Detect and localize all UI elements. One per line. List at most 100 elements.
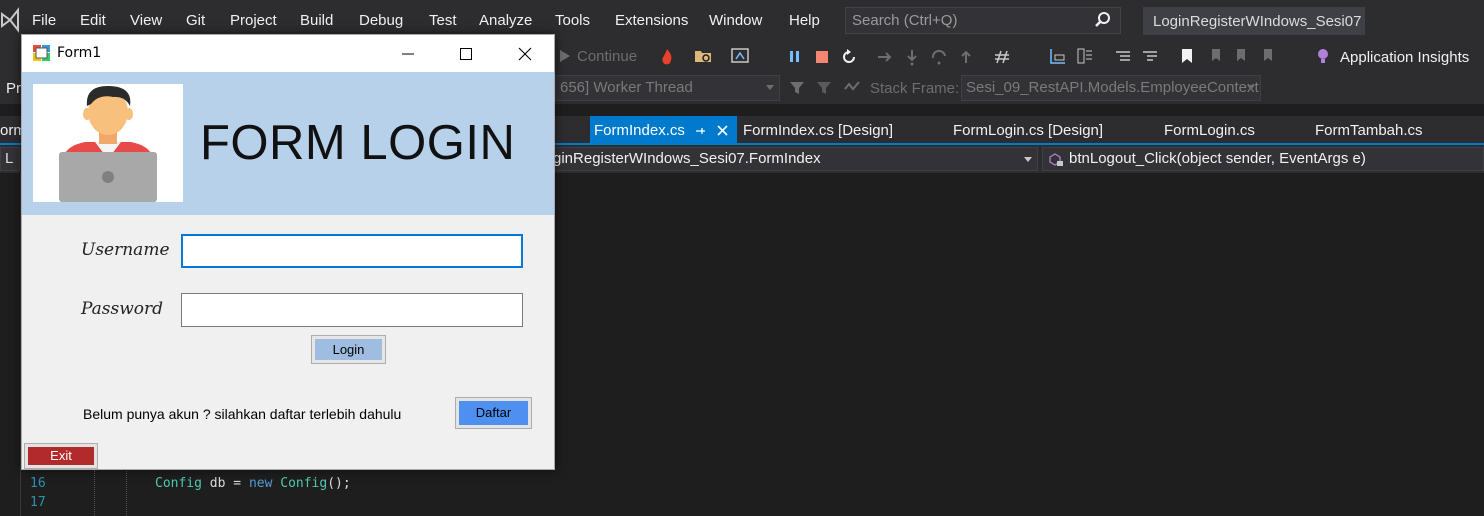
form-login-heading: FORM LOGIN [200,116,516,170]
code-tail-token: (); [327,476,351,491]
maximize-button[interactable] [437,35,495,72]
menu-project[interactable]: Project [230,12,277,29]
filter-icon[interactable] [788,79,806,97]
next-bookmark-icon[interactable] [1233,47,1251,65]
user-laptop-avatar-icon [59,86,157,202]
login-button-label: Login [315,339,382,360]
hex-display-icon[interactable] [993,48,1011,66]
pin-icon[interactable] [694,125,706,137]
tab-formlogin-cs[interactable]: FormLogin.cs [1160,116,1259,145]
step-into-icon[interactable] [903,48,921,66]
tab-label: FormIndex.cs [594,122,685,139]
application-insights-label[interactable]: Application Insights [1340,49,1469,66]
continue-label[interactable]: Continue [577,48,637,65]
password-label: Password [81,299,164,319]
stack-icon[interactable] [1076,47,1094,65]
menu-debug[interactable]: Debug [359,12,403,29]
vs-search-box[interactable]: Search (Ctrl+Q) [845,7,1121,34]
uncomment-lines-icon[interactable] [1141,48,1159,66]
code-op-token: = [225,476,249,491]
form-title: Form1 [57,45,102,61]
close-button[interactable] [496,35,554,72]
process-label-fragment: Pr [6,80,21,97]
menu-build[interactable]: Build [300,12,333,29]
thread-icon[interactable] [1049,47,1067,65]
close-icon [518,47,532,61]
hot-reload-flame-icon[interactable] [658,48,676,66]
menu-tools[interactable]: Tools [555,12,590,29]
pause-icon[interactable] [786,48,804,66]
visual-studio-logo-icon [1,7,19,33]
minimize-button[interactable] [379,35,437,72]
stack-frame-combo[interactable]: Sesi_09_RestAPI.Models.EmployeeContext [961,75,1261,101]
tab-formindex-cs[interactable]: FormIndex.cs [590,116,737,145]
form-titlebar[interactable]: Form1 [22,35,554,72]
code-type-token: Config [155,476,202,491]
password-input[interactable] [181,293,523,327]
folder-search-icon[interactable] [694,47,712,65]
chevron-down-icon [1024,157,1032,162]
daftar-button-label: Daftar [459,401,528,425]
menu-help[interactable]: Help [789,12,820,29]
menu-edit[interactable]: Edit [80,12,106,29]
menu-analyze[interactable]: Analyze [479,12,532,29]
restart-icon[interactable] [840,48,858,66]
vs-search-placeholder: Search (Ctrl+Q) [852,12,958,29]
stack-frame-value: Sesi_09_RestAPI.Models.EmployeeContext [966,79,1259,96]
browser-link-icon[interactable] [731,47,749,65]
menu-test[interactable]: Test [429,12,457,29]
maximize-icon [460,48,472,60]
minimize-icon [402,53,414,55]
menu-view[interactable]: View [130,12,162,29]
flag-threads-icon[interactable] [843,79,861,97]
method-lock-icon [1049,153,1063,166]
daftar-button[interactable]: Daftar [455,397,532,429]
member-combo[interactable]: btnLogout_Click(object sender, EventArgs… [1042,147,1484,171]
thread-combo-value: 656] Worker Thread [560,79,693,96]
project-combo-fragment[interactable]: L [0,147,20,171]
menu-file[interactable]: File [32,12,56,29]
tab-formlogin-design[interactable]: FormLogin.cs [Design] [949,116,1107,145]
step-out-icon[interactable] [957,48,975,66]
menu-window[interactable]: Window [709,12,762,29]
prev-bookmark-icon[interactable] [1206,47,1224,65]
chevron-down-icon [766,85,774,90]
indent-guide [126,465,127,516]
menu-git[interactable]: Git [186,12,205,29]
comment-lines-icon[interactable] [1114,48,1132,66]
code-line-16[interactable]: Config db = new Config(); [155,476,351,491]
lightbulb-icon[interactable] [1314,47,1332,65]
user-avatar-picture [33,84,183,202]
code-var-token: db [209,476,226,491]
search-icon [1095,12,1110,27]
indent-guide [94,470,95,516]
clear-bookmarks-icon[interactable] [1260,47,1278,65]
login-form-window: Form1 FORM LOGIN Username Password Login… [21,34,555,470]
step-over-icon[interactable] [930,48,948,66]
flag-filter-icon[interactable] [815,79,833,97]
chevron-down-icon [1247,85,1255,90]
class-combo[interactable]: ginRegisterWIndows_Sesi07.FormIndex [548,147,1038,171]
show-next-statement-icon[interactable] [876,48,894,66]
continue-play-icon[interactable] [556,47,574,65]
menu-extensions[interactable]: Extensions [615,12,688,29]
bookmark-icon[interactable] [1178,47,1196,65]
solution-name-badge: LoginRegisterWIndows_Sesi07 [1143,7,1365,35]
tab-formindex-design[interactable]: FormIndex.cs [Design] [739,116,897,145]
code-keyword-token: new [248,476,273,491]
login-header-panel: FORM LOGIN [22,72,554,215]
winforms-app-icon [33,45,50,61]
thread-combo[interactable]: 656] Worker Thread [555,75,780,101]
exit-button-label: Exit [28,447,94,465]
close-icon[interactable] [716,124,729,137]
member-combo-value: btnLogout_Click(object sender, EventArgs… [1069,150,1366,167]
login-button[interactable]: Login [311,335,386,364]
tab-formtambah-cs[interactable]: FormTambah.cs [1311,116,1427,145]
exit-button[interactable]: Exit [24,443,98,469]
code-ctor-token: Config [280,476,328,491]
stack-frame-label: Stack Frame: [870,80,960,97]
register-prompt-text: Belum punya akun ? silahkan daftar terle… [83,406,402,422]
username-input[interactable] [181,234,523,268]
stop-icon[interactable] [813,48,831,66]
username-label: Username [81,240,170,260]
